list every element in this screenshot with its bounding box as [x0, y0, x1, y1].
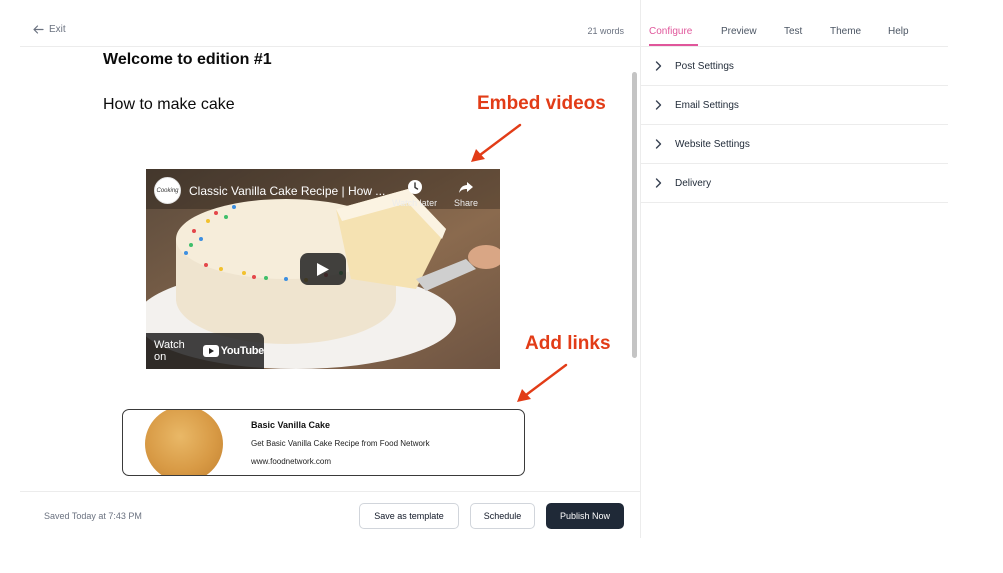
tab-help[interactable]: Help	[888, 26, 909, 37]
section-website-settings[interactable]: Website Settings	[641, 125, 948, 164]
publish-now-button[interactable]: Publish Now	[546, 503, 624, 529]
chevron-right-icon	[655, 61, 662, 71]
exit-button[interactable]: Exit	[33, 24, 66, 35]
play-button[interactable]	[300, 253, 346, 285]
tab-theme[interactable]: Theme	[830, 26, 861, 37]
share-icon	[459, 182, 474, 193]
video-title[interactable]: Classic Vanilla Cake Recipe | How ...	[189, 184, 385, 198]
post-heading[interactable]: How to make cake	[103, 96, 235, 114]
section-label: Website Settings	[675, 138, 750, 150]
section-delivery[interactable]: Delivery	[641, 164, 948, 203]
add-links-annotation: Add links	[525, 333, 611, 354]
youtube-label: YouTube	[220, 345, 265, 357]
arrow-annotation-icon	[517, 363, 568, 402]
chevron-right-icon	[655, 178, 662, 188]
arrow-left-icon	[33, 25, 44, 34]
exit-label: Exit	[49, 24, 66, 35]
active-tab-indicator	[649, 44, 698, 46]
clock-icon	[407, 180, 422, 194]
link-title: Basic Vanilla Cake	[251, 420, 331, 430]
youtube-logo: YouTube	[202, 345, 265, 357]
settings-accordion: Post Settings Email Settings Website Set…	[641, 47, 948, 203]
watch-later-label: Watch later	[392, 198, 438, 208]
share-button[interactable]: Share	[454, 179, 478, 208]
section-label: Delivery	[675, 177, 712, 189]
arrow-annotation-icon	[471, 123, 522, 162]
link-url: www.foodnetwork.com	[251, 457, 332, 466]
chevron-right-icon	[655, 139, 662, 149]
play-icon	[317, 262, 329, 276]
section-label: Post Settings	[675, 60, 734, 72]
schedule-button[interactable]: Schedule	[470, 503, 535, 529]
editor-footer: Saved Today at 7:43 PM Save as template …	[20, 491, 640, 538]
tab-preview[interactable]: Preview	[721, 26, 757, 37]
save-as-template-button[interactable]: Save as template	[359, 503, 459, 529]
tab-test[interactable]: Test	[784, 26, 802, 37]
watch-on-label: Watch on	[154, 339, 185, 363]
watch-later-button[interactable]: Watch later	[392, 179, 437, 208]
section-email-settings[interactable]: Email Settings	[641, 86, 948, 125]
page-title[interactable]: Welcome to edition #1	[103, 51, 272, 69]
link-preview-card[interactable]: Basic Vanilla Cake Get Basic Vanilla Cak…	[122, 409, 525, 476]
editor-content[interactable]: Welcome to edition #1 How to make cake E…	[20, 47, 632, 491]
editor-scrollbar[interactable]	[632, 72, 637, 358]
tab-configure[interactable]: Configure	[649, 26, 692, 37]
editor-area: Exit 21 words Welcome to edition #1 How …	[0, 0, 640, 573]
share-label: Share	[454, 198, 479, 208]
link-description: Get Basic Vanilla Cake Recipe from Food …	[251, 439, 430, 448]
embed-videos-annotation: Embed videos	[477, 93, 606, 114]
word-count: 21 words	[587, 26, 624, 36]
chevron-right-icon	[655, 100, 662, 110]
channel-logo[interactable]: Cooking	[154, 177, 181, 204]
embedded-video[interactable]: Cooking Classic Vanilla Cake Recipe | Ho…	[146, 169, 500, 369]
youtube-logo-icon	[202, 345, 219, 357]
link-thumbnail	[145, 410, 223, 475]
editor-topbar: Exit 21 words	[20, 0, 640, 47]
settings-panel: Configure Preview Test Theme Help Post S…	[641, 0, 948, 573]
section-label: Email Settings	[675, 99, 739, 111]
settings-tabs: Configure Preview Test Theme Help	[641, 0, 948, 47]
watch-on-youtube-button[interactable]: Watch on YouTube	[146, 333, 264, 369]
section-post-settings[interactable]: Post Settings	[641, 47, 948, 86]
saved-status: Saved Today at 7:43 PM	[44, 511, 142, 521]
